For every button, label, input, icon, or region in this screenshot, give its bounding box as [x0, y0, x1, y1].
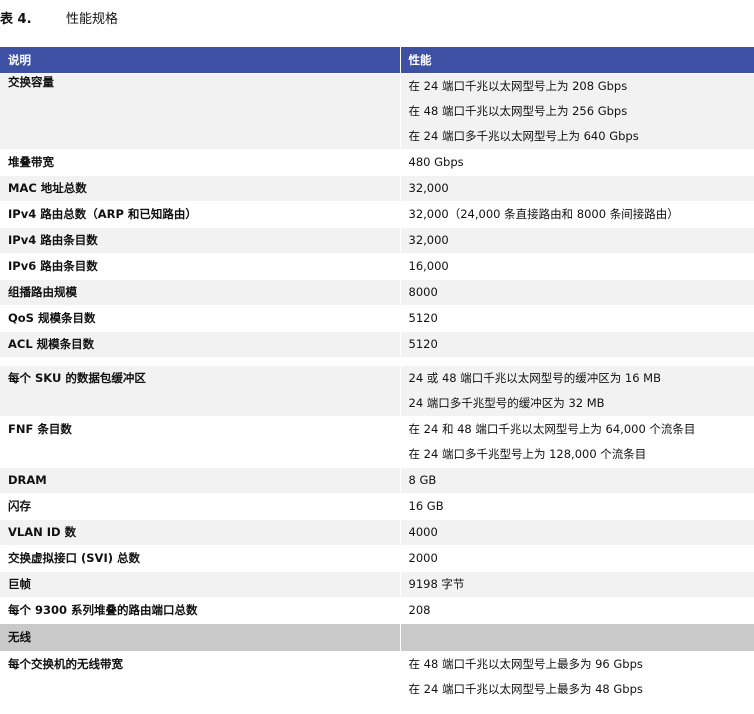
value-line: 在 48 端口千兆以太网型号上最多为 96 Gbps	[408, 657, 643, 671]
row-label: IPv4 路由总数（ARP 和已知路由）	[0, 201, 401, 228]
row-value: 32,000	[400, 227, 754, 254]
table-row: IPv4 路由总数（ARP 和已知路由） 32,000（24,000 条直接路由…	[0, 201, 754, 228]
row-label: 交换虚拟接口 (SVI) 总数	[0, 545, 401, 572]
row-value: 5120	[400, 331, 754, 358]
value-line: 在 24 端口多千兆以太网型号上为 640 Gbps	[408, 129, 639, 143]
row-value: 208	[400, 597, 754, 624]
table-row: 闪存 16 GB	[0, 493, 754, 520]
row-label: IPv6 路由条目数	[0, 253, 401, 280]
section-label: 无线	[0, 623, 401, 652]
row-value: 2000	[400, 545, 754, 572]
row-label: 每个 9300 系列堆叠的路由端口总数	[0, 597, 401, 624]
row-label: VLAN ID 数	[0, 519, 401, 546]
table-title: 性能规格	[66, 12, 119, 27]
row-value: 32,000	[400, 175, 754, 202]
table-row: 巨帧 9198 字节	[0, 571, 754, 598]
performance-spec-table: 说明 性能 交换容量 在 24 端口千兆以太网型号上为 208 Gbps 在 4…	[0, 47, 754, 703]
table-row: VLAN ID 数 4000	[0, 519, 754, 546]
row-label: QoS 规模条目数	[0, 305, 401, 332]
table-row: 堆叠带宽 480 Gbps	[0, 149, 754, 176]
row-value: 16,000	[400, 253, 754, 280]
row-label: 每个 SKU 的数据包缓冲区	[0, 365, 401, 417]
row-label: ACL 规模条目数	[0, 331, 401, 358]
row-value: 8000	[400, 279, 754, 306]
table-spacer	[0, 357, 754, 366]
header-description: 说明	[0, 47, 401, 74]
table-row: 每个 SKU 的数据包缓冲区 24 或 48 端口千兆以太网型号的缓冲区为 16…	[0, 365, 754, 417]
row-label: IPv4 路由条目数	[0, 227, 401, 254]
value-line: 在 24 端口千兆以太网型号上为 208 Gbps	[408, 79, 628, 93]
table-row: IPv4 路由条目数 32,000	[0, 227, 754, 254]
row-value: 在 48 端口千兆以太网型号上最多为 96 Gbps 在 24 端口千兆以太网型…	[400, 651, 754, 703]
row-label: DRAM	[0, 467, 401, 494]
table-row: QoS 规模条目数 5120	[0, 305, 754, 332]
table-row: 组播路由规模 8000	[0, 279, 754, 306]
table-row: 每个交换机的无线带宽 在 48 端口千兆以太网型号上最多为 96 Gbps 在 …	[0, 651, 754, 703]
row-value: 480 Gbps	[400, 149, 754, 176]
row-label: FNF 条目数	[0, 416, 401, 468]
value-line: 在 24 端口多千兆型号上为 128,000 个流条目	[408, 447, 647, 461]
row-label: 每个交换机的无线带宽	[0, 651, 401, 703]
table-row: MAC 地址总数 32,000	[0, 175, 754, 202]
table-row: 交换虚拟接口 (SVI) 总数 2000	[0, 545, 754, 572]
row-value: 在 24 端口千兆以太网型号上为 208 Gbps 在 48 端口千兆以太网型号…	[400, 73, 754, 150]
row-label: 巨帧	[0, 571, 401, 598]
row-value: 在 24 和 48 端口千兆以太网型号上为 64,000 个流条目 在 24 端…	[400, 416, 754, 468]
row-label: MAC 地址总数	[0, 175, 401, 202]
header-performance: 性能	[400, 47, 754, 74]
value-line: 在 48 端口千兆以太网型号上为 256 Gbps	[408, 104, 628, 118]
table-row: 交换容量 在 24 端口千兆以太网型号上为 208 Gbps 在 48 端口千兆…	[0, 73, 754, 150]
table-number: 表 4.	[0, 12, 32, 27]
row-value: 24 或 48 端口千兆以太网型号的缓冲区为 16 MB 24 端口多千兆型号的…	[400, 365, 754, 417]
value-line: 在 24 端口千兆以太网型号上最多为 48 Gbps	[408, 682, 643, 696]
row-label: 闪存	[0, 493, 401, 520]
row-label: 堆叠带宽	[0, 149, 401, 176]
row-label: 交换容量	[0, 73, 401, 150]
table-header-row: 说明 性能	[0, 47, 754, 74]
row-value: 32,000（24,000 条直接路由和 8000 条间接路由）	[400, 201, 754, 228]
row-value: 8 GB	[400, 467, 754, 494]
value-line: 24 端口多千兆型号的缓冲区为 32 MB	[408, 396, 605, 410]
row-value: 9198 字节	[400, 571, 754, 598]
table-row: DRAM 8 GB	[0, 467, 754, 494]
value-line: 在 24 和 48 端口千兆以太网型号上为 64,000 个流条目	[408, 422, 696, 436]
table-row: IPv6 路由条目数 16,000	[0, 253, 754, 280]
value-line: 24 或 48 端口千兆以太网型号的缓冲区为 16 MB	[408, 371, 662, 385]
row-value: 4000	[400, 519, 754, 546]
table-row: 每个 9300 系列堆叠的路由端口总数 208	[0, 597, 754, 624]
row-value: 16 GB	[400, 493, 754, 520]
table-row: FNF 条目数 在 24 和 48 端口千兆以太网型号上为 64,000 个流条…	[0, 416, 754, 468]
table-row: ACL 规模条目数 5120	[0, 331, 754, 358]
section-row-wireless: 无线	[0, 623, 754, 652]
table-caption: 表 4. 性能规格	[0, 10, 118, 30]
section-empty	[400, 623, 754, 652]
row-label: 组播路由规模	[0, 279, 401, 306]
row-value: 5120	[400, 305, 754, 332]
